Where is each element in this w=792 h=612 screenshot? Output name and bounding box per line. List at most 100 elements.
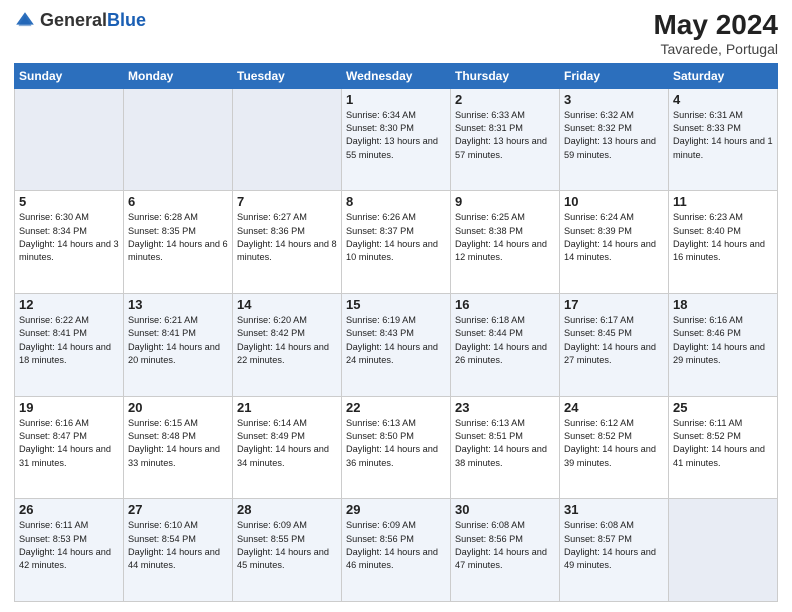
day-number: 11 <box>673 194 773 209</box>
day-info: Sunrise: 6:13 AMSunset: 8:50 PMDaylight:… <box>346 417 446 470</box>
day-info: Sunrise: 6:11 AMSunset: 8:52 PMDaylight:… <box>673 417 773 470</box>
day-number: 8 <box>346 194 446 209</box>
calendar-cell: 17 Sunrise: 6:17 AMSunset: 8:45 PMDayligh… <box>560 294 669 397</box>
calendar-cell: 30 Sunrise: 6:08 AMSunset: 8:56 PMDayligh… <box>451 499 560 602</box>
day-number: 27 <box>128 502 228 517</box>
day-number: 25 <box>673 400 773 415</box>
calendar-cell: 11 Sunrise: 6:23 AMSunset: 8:40 PMDayligh… <box>669 191 778 294</box>
day-info: Sunrise: 6:19 AMSunset: 8:43 PMDaylight:… <box>346 314 446 367</box>
day-info: Sunrise: 6:21 AMSunset: 8:41 PMDaylight:… <box>128 314 228 367</box>
title-block: May 2024 Tavarede, Portugal <box>653 10 778 57</box>
logo-general: General <box>40 10 107 30</box>
calendar-cell: 10 Sunrise: 6:24 AMSunset: 8:39 PMDayligh… <box>560 191 669 294</box>
day-number: 18 <box>673 297 773 312</box>
day-info: Sunrise: 6:26 AMSunset: 8:37 PMDaylight:… <box>346 211 446 264</box>
day-info: Sunrise: 6:09 AMSunset: 8:56 PMDaylight:… <box>346 519 446 572</box>
day-number: 12 <box>19 297 119 312</box>
weekday-header-row: SundayMondayTuesdayWednesdayThursdayFrid… <box>15 63 778 88</box>
calendar-cell: 13Sunrise: 6:21 AMSunset: 8:41 PMDayligh… <box>124 294 233 397</box>
day-number: 31 <box>564 502 664 517</box>
day-info: Sunrise: 6:30 AMSunset: 8:34 PMDaylight:… <box>19 211 119 264</box>
calendar-cell: 14Sunrise: 6:20 AMSunset: 8:42 PMDayligh… <box>233 294 342 397</box>
day-number: 19 <box>19 400 119 415</box>
day-number: 9 <box>455 194 555 209</box>
day-number: 30 <box>455 502 555 517</box>
day-number: 2 <box>455 92 555 107</box>
day-info: Sunrise: 6:24 AMSunset: 8:39 PMDaylight:… <box>564 211 664 264</box>
calendar-cell: 6Sunrise: 6:28 AMSunset: 8:35 PMDaylight… <box>124 191 233 294</box>
calendar-cell: 16 Sunrise: 6:18 AMSunset: 8:44 PMDayligh… <box>451 294 560 397</box>
calendar-cell: 19 Sunrise: 6:16 AMSunset: 8:47 PMDayligh… <box>15 396 124 499</box>
day-number: 5 <box>19 194 119 209</box>
day-number: 1 <box>346 92 446 107</box>
calendar-cell: 5 Sunrise: 6:30 AMSunset: 8:34 PMDaylight… <box>15 191 124 294</box>
logo-blue: Blue <box>107 10 146 30</box>
calendar-cell: 3 Sunrise: 6:32 AMSunset: 8:32 PMDaylight… <box>560 88 669 191</box>
day-info: Sunrise: 6:23 AMSunset: 8:40 PMDaylight:… <box>673 211 773 264</box>
day-info: Sunrise: 6:14 AMSunset: 8:49 PMDaylight:… <box>237 417 337 470</box>
calendar-cell <box>233 88 342 191</box>
calendar-cell: 12 Sunrise: 6:22 AMSunset: 8:41 PMDayligh… <box>15 294 124 397</box>
weekday-header-wednesday: Wednesday <box>342 63 451 88</box>
calendar-cell: 21Sunrise: 6:14 AMSunset: 8:49 PMDayligh… <box>233 396 342 499</box>
day-number: 3 <box>564 92 664 107</box>
day-info: Sunrise: 6:17 AMSunset: 8:45 PMDaylight:… <box>564 314 664 367</box>
day-number: 24 <box>564 400 664 415</box>
weekday-header-tuesday: Tuesday <box>233 63 342 88</box>
weekday-header-thursday: Thursday <box>451 63 560 88</box>
day-info: Sunrise: 6:34 AMSunset: 8:30 PMDaylight:… <box>346 109 446 162</box>
day-number: 16 <box>455 297 555 312</box>
day-number: 26 <box>19 502 119 517</box>
calendar-table: SundayMondayTuesdayWednesdayThursdayFrid… <box>14 63 778 602</box>
day-number: 22 <box>346 400 446 415</box>
day-number: 23 <box>455 400 555 415</box>
day-number: 17 <box>564 297 664 312</box>
header: GeneralBlue May 2024 Tavarede, Portugal <box>14 10 778 57</box>
calendar-cell: 2 Sunrise: 6:33 AMSunset: 8:31 PMDaylight… <box>451 88 560 191</box>
weekday-header-monday: Monday <box>124 63 233 88</box>
calendar-week-row: 19 Sunrise: 6:16 AMSunset: 8:47 PMDayligh… <box>15 396 778 499</box>
calendar-cell: 20Sunrise: 6:15 AMSunset: 8:48 PMDayligh… <box>124 396 233 499</box>
day-info: Sunrise: 6:27 AMSunset: 8:36 PMDaylight:… <box>237 211 337 264</box>
calendar-cell <box>15 88 124 191</box>
day-info: Sunrise: 6:25 AMSunset: 8:38 PMDaylight:… <box>455 211 555 264</box>
calendar-cell: 24Sunrise: 6:12 AMSunset: 8:52 PMDayligh… <box>560 396 669 499</box>
calendar-week-row: 1 Sunrise: 6:34 AMSunset: 8:30 PMDaylight… <box>15 88 778 191</box>
day-info: Sunrise: 6:09 AMSunset: 8:55 PMDaylight:… <box>237 519 337 572</box>
day-info: Sunrise: 6:08 AMSunset: 8:56 PMDaylight:… <box>455 519 555 572</box>
day-info: Sunrise: 6:11 AMSunset: 8:53 PMDaylight:… <box>19 519 119 572</box>
day-number: 15 <box>346 297 446 312</box>
day-info: Sunrise: 6:33 AMSunset: 8:31 PMDaylight:… <box>455 109 555 162</box>
day-number: 28 <box>237 502 337 517</box>
day-info: Sunrise: 6:10 AMSunset: 8:54 PMDaylight:… <box>128 519 228 572</box>
day-number: 10 <box>564 194 664 209</box>
calendar-cell: 18 Sunrise: 6:16 AMSunset: 8:46 PMDayligh… <box>669 294 778 397</box>
day-number: 6 <box>128 194 228 209</box>
day-info: Sunrise: 6:16 AMSunset: 8:46 PMDaylight:… <box>673 314 773 367</box>
calendar-week-row: 26 Sunrise: 6:11 AMSunset: 8:53 PMDayligh… <box>15 499 778 602</box>
weekday-header-saturday: Saturday <box>669 63 778 88</box>
calendar-cell: 31Sunrise: 6:08 AMSunset: 8:57 PMDayligh… <box>560 499 669 602</box>
calendar-cell <box>669 499 778 602</box>
weekday-header-friday: Friday <box>560 63 669 88</box>
day-info: Sunrise: 6:15 AMSunset: 8:48 PMDaylight:… <box>128 417 228 470</box>
calendar-cell: 26 Sunrise: 6:11 AMSunset: 8:53 PMDayligh… <box>15 499 124 602</box>
weekday-header-sunday: Sunday <box>15 63 124 88</box>
day-info: Sunrise: 6:32 AMSunset: 8:32 PMDaylight:… <box>564 109 664 162</box>
day-number: 14 <box>237 297 337 312</box>
page: GeneralBlue May 2024 Tavarede, Portugal … <box>0 0 792 612</box>
calendar-cell: 8 Sunrise: 6:26 AMSunset: 8:37 PMDaylight… <box>342 191 451 294</box>
calendar-week-row: 5 Sunrise: 6:30 AMSunset: 8:34 PMDaylight… <box>15 191 778 294</box>
calendar-cell: 9 Sunrise: 6:25 AMSunset: 8:38 PMDaylight… <box>451 191 560 294</box>
calendar-cell: 1 Sunrise: 6:34 AMSunset: 8:30 PMDaylight… <box>342 88 451 191</box>
calendar-cell: 25 Sunrise: 6:11 AMSunset: 8:52 PMDayligh… <box>669 396 778 499</box>
logo: GeneralBlue <box>14 10 146 32</box>
calendar-cell: 22 Sunrise: 6:13 AMSunset: 8:50 PMDayligh… <box>342 396 451 499</box>
day-info: Sunrise: 6:22 AMSunset: 8:41 PMDaylight:… <box>19 314 119 367</box>
day-info: Sunrise: 6:31 AMSunset: 8:33 PMDaylight:… <box>673 109 773 162</box>
month-year: May 2024 <box>653 10 778 41</box>
day-info: Sunrise: 6:16 AMSunset: 8:47 PMDaylight:… <box>19 417 119 470</box>
calendar-cell: 28 Sunrise: 6:09 AMSunset: 8:55 PMDayligh… <box>233 499 342 602</box>
day-info: Sunrise: 6:18 AMSunset: 8:44 PMDaylight:… <box>455 314 555 367</box>
location: Tavarede, Portugal <box>653 41 778 57</box>
